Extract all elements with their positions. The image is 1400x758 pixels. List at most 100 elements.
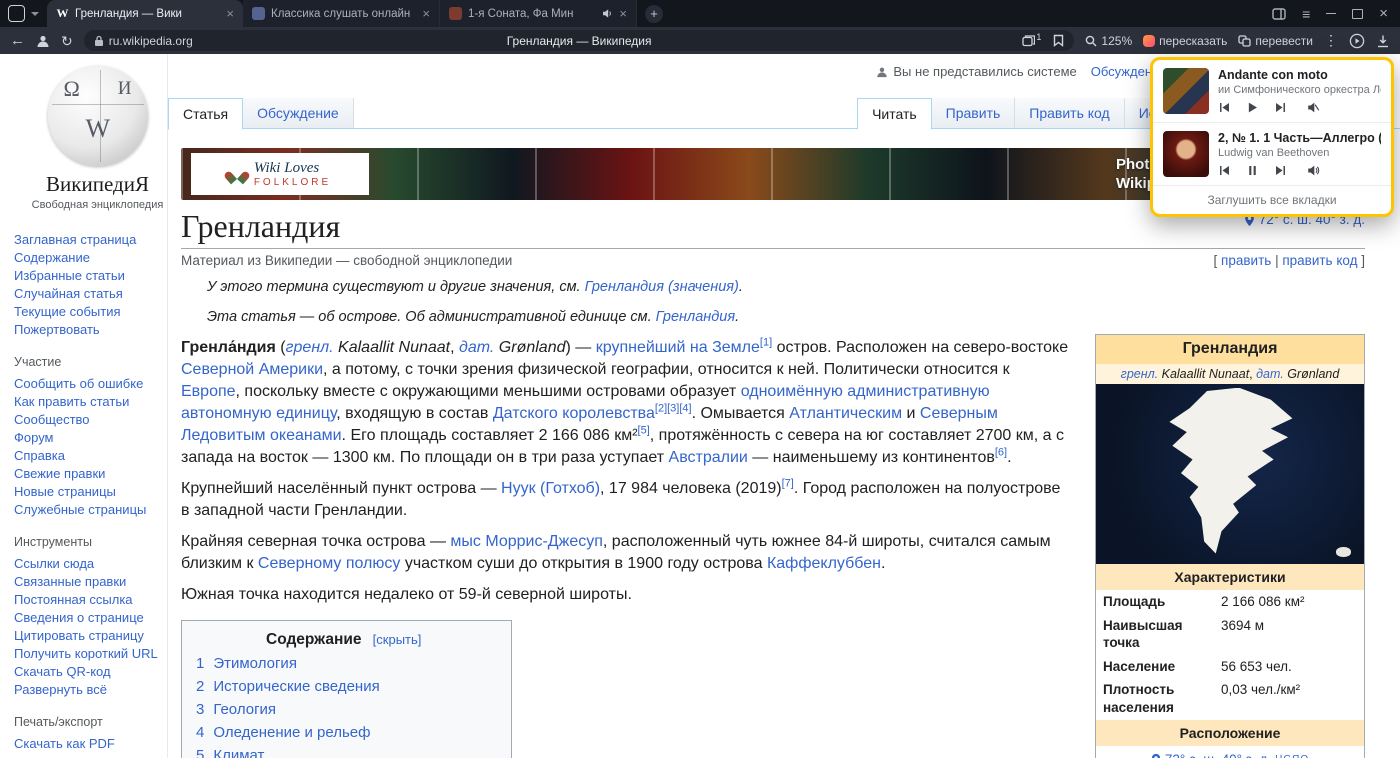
ref-link[interactable]: [6]	[995, 447, 1007, 459]
ref-link[interactable]: [1]	[760, 337, 772, 349]
browser-logo-icon[interactable]	[8, 5, 25, 22]
tab-close-icon[interactable]: ×	[422, 7, 430, 20]
wiki-link[interactable]: гренл.	[1121, 367, 1158, 381]
wiki-link[interactable]: править	[1221, 253, 1271, 268]
tabs-collection-icon[interactable]: 1	[1022, 35, 1041, 47]
minimize-button[interactable]	[1326, 13, 1336, 14]
wiki-link[interactable]: Атлантическим	[789, 405, 902, 422]
volume-muted-icon[interactable]	[1307, 101, 1320, 114]
wiki-link[interactable]: дат.	[459, 339, 494, 356]
browser-menu-icon[interactable]: ≡	[1302, 6, 1310, 22]
tab-article[interactable]: Статья	[168, 98, 243, 130]
mute-all-tabs-button[interactable]: Заглушить все вкладки	[1153, 186, 1391, 214]
previous-track-icon[interactable]	[1218, 101, 1231, 114]
wiki-link[interactable]: Северной Америки	[181, 361, 323, 378]
wiki-link[interactable]: Датского королевства	[493, 405, 655, 422]
previous-track-icon[interactable]	[1218, 164, 1231, 177]
sidebar-item-recent-changes[interactable]: Свежие правки	[14, 465, 181, 483]
sidebar-item-related-changes[interactable]: Связанные правки	[14, 573, 181, 591]
sidebar-item-featured[interactable]: Избранные статьи	[14, 267, 181, 285]
close-window-button[interactable]: ×	[1379, 6, 1388, 21]
wikipedia-logo[interactable]: Ω И W	[48, 66, 148, 166]
tab-audio-speaker-icon[interactable]	[602, 8, 613, 19]
browser-tab-classic-music[interactable]: Классика слушать онлайн ×	[243, 0, 440, 27]
greenland-satellite-map[interactable]	[1096, 384, 1364, 564]
next-track-icon[interactable]	[1274, 101, 1287, 114]
wiki-link[interactable]: Каффеклуббен	[767, 555, 881, 572]
new-tab-button[interactable]: +	[645, 5, 663, 23]
sidebar-item-short-url[interactable]: Получить короткий URL	[14, 645, 181, 663]
browser-tab-sonata[interactable]: 1-я Соната, Фа Мин ×	[440, 0, 637, 27]
sidebar-item-download-pdf[interactable]: Скачать как PDF	[14, 735, 181, 753]
wiki-link[interactable]: Австралии	[669, 449, 748, 466]
tab-read[interactable]: Читать	[857, 98, 932, 130]
reload-button[interactable]: ↻	[61, 34, 73, 48]
wiki-link[interactable]: Северному полюсу	[258, 555, 400, 572]
wiki-link[interactable]: править код	[1282, 253, 1357, 268]
sidebar-item-report-error[interactable]: Сообщить об ошибке	[14, 375, 181, 393]
ref-link[interactable]: [3]	[667, 403, 679, 415]
sidebar-item-expand-all[interactable]: Развернуть всё	[14, 681, 181, 699]
sidebar-item-permanent-link[interactable]: Постоянная ссылка	[14, 591, 181, 609]
maximize-button[interactable]	[1352, 9, 1363, 19]
sidebar-item-page-info[interactable]: Сведения о странице	[14, 609, 181, 627]
tab-discussion[interactable]: Обсуждение	[243, 98, 354, 128]
play-icon[interactable]	[1246, 101, 1259, 114]
tab-edit[interactable]: Править	[932, 98, 1016, 128]
pause-icon[interactable]	[1246, 164, 1259, 177]
volume-on-icon[interactable]	[1307, 164, 1320, 177]
wikipedia-wordmark[interactable]: ВикипедиЯ	[14, 172, 181, 197]
wiki-link[interactable]: крупнейший на Земле	[596, 339, 760, 356]
back-button[interactable]: ←	[10, 33, 25, 48]
sidebar-item-special-pages[interactable]: Служебные страницы	[14, 501, 181, 519]
wiki-link[interactable]: Гренландия (значения)	[585, 279, 739, 295]
coordinates-link[interactable]: 72° с. ш. 40° з. д.	[1165, 751, 1271, 758]
sidebar-item-random[interactable]: Случайная статья	[14, 285, 181, 303]
download-icon[interactable]	[1376, 34, 1390, 48]
wiki-link[interactable]: Нуук (Готхоб)	[501, 480, 600, 497]
ref-link[interactable]: [4]	[679, 403, 691, 415]
toc-item[interactable]: 2Исторические сведения	[196, 678, 491, 695]
translate-button[interactable]: перевести	[1238, 34, 1313, 48]
wiki-link[interactable]: гренл.	[286, 339, 334, 356]
sidebar-item-new-pages[interactable]: Новые страницы	[14, 483, 181, 501]
tab-edit-source[interactable]: Править код	[1015, 98, 1124, 128]
sidebar-item-forum[interactable]: Форум	[14, 429, 181, 447]
sidebar-item-qr-code[interactable]: Скачать QR-код	[14, 663, 181, 681]
sidebar-item-what-links-here[interactable]: Ссылки сюда	[14, 555, 181, 573]
retell-button[interactable]: пересказать	[1143, 34, 1227, 48]
sidebar-item-current-events[interactable]: Текущие события	[14, 303, 181, 321]
toc-hide-link[interactable]: [скрыть]	[373, 632, 422, 647]
video-play-icon[interactable]	[1349, 33, 1365, 49]
sidebar-item-help[interactable]: Справка	[14, 447, 181, 465]
user-talk-link[interactable]: Обсужден	[1091, 64, 1152, 79]
wiki-link[interactable]: Гренландия	[656, 309, 735, 325]
wiki-link[interactable]: мыс Моррис-Джесуп	[450, 533, 603, 550]
toc-item[interactable]: 1Этимология	[196, 655, 491, 672]
address-bar[interactable]: ru.wikipedia.org Гренландия — Википедия …	[84, 30, 1075, 51]
toc-item[interactable]: 3Геология	[196, 701, 491, 718]
sidebar-item-cite-page[interactable]: Цитировать страницу	[14, 627, 181, 645]
zoom-control[interactable]: 125%	[1085, 34, 1132, 48]
toc-item[interactable]: 4Оледенение и рельеф	[196, 724, 491, 741]
wiki-link[interactable]: Европе	[181, 383, 236, 400]
sidebar-item-contents[interactable]: Содержание	[14, 249, 181, 267]
ref-link[interactable]: [2]	[655, 403, 667, 415]
sidebar-item-community[interactable]: Сообщество	[14, 411, 181, 429]
sidebar-item-main-page[interactable]: Заглавная страница	[14, 231, 181, 249]
wiki-link[interactable]: дат.	[1256, 367, 1284, 381]
bookmark-icon[interactable]	[1053, 34, 1064, 47]
tab-close-icon[interactable]: ×	[619, 7, 627, 20]
profile-icon[interactable]	[36, 34, 50, 48]
ref-link[interactable]: [5]	[638, 425, 650, 437]
sidebar-item-donate[interactable]: Пожертвовать	[14, 321, 181, 339]
toolbar-more-icon[interactable]: ⋮	[1324, 32, 1338, 49]
toc-item[interactable]: 5Климат	[196, 747, 491, 758]
tab-list-chevron-icon[interactable]	[31, 12, 39, 16]
browser-tab-greenland[interactable]: W Гренландия — Вики ×	[47, 0, 243, 27]
map-services-links[interactable]: HGЯO	[1275, 753, 1309, 758]
next-track-icon[interactable]	[1274, 164, 1287, 177]
tab-close-icon[interactable]: ×	[226, 7, 234, 20]
ref-link[interactable]: [7]	[782, 478, 794, 490]
side-panel-icon[interactable]	[1272, 8, 1286, 20]
